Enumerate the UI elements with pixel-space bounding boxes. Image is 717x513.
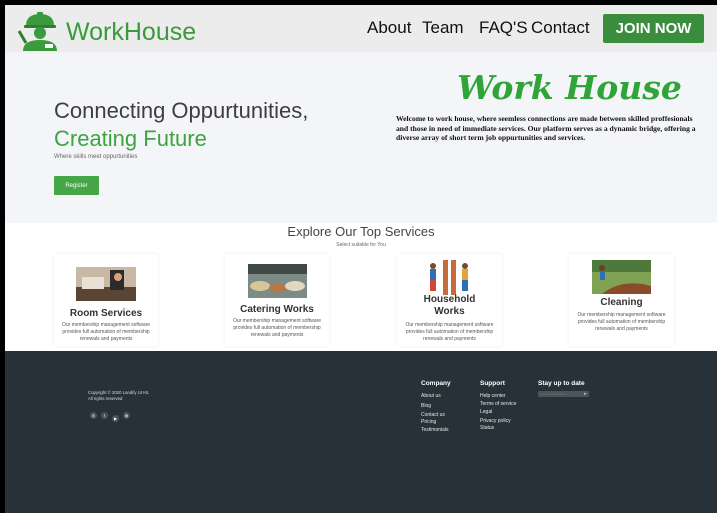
footer: Copyright © 2020 Landify UI Kit. All rig… <box>5 351 717 513</box>
footer-link-testimonials[interactable]: Testimonials <box>421 427 449 433</box>
footer-link-privacy[interactable]: Privacy policy <box>480 418 511 424</box>
hero-tagline: Where skills meet oppurtunities <box>54 154 138 160</box>
footer-link-status[interactable]: Status <box>480 425 494 431</box>
household-title-text: Household Works <box>423 294 476 317</box>
footer-link-about-us[interactable]: About us <box>421 393 441 399</box>
services-subtitle: Select suitable for You <box>336 242 386 248</box>
service-card-desc: Our membership management software provi… <box>61 322 151 342</box>
service-card-desc: Our membership management software provi… <box>232 318 322 338</box>
service-card-catering[interactable]: Catering Works Our membership management… <box>225 254 329 346</box>
register-button[interactable]: Register <box>54 176 99 195</box>
nav-team[interactable]: Team <box>422 18 464 38</box>
service-card-room[interactable]: Room Services Our membership management … <box>54 254 158 346</box>
page: WorkHouse About Team FAQ'S Contact JOIN … <box>5 5 717 513</box>
service-card-desc: Our membership management software provi… <box>405 322 494 342</box>
catering-image <box>248 264 307 298</box>
hero-brand-title: Work House <box>457 68 682 107</box>
footer-company-heading: Company <box>421 380 451 387</box>
hero-headline: Connecting Oppurtunities, <box>54 98 309 123</box>
footer-link-legal[interactable]: Legal <box>480 409 492 415</box>
hero-section: Connecting Oppurtunities, Creating Futur… <box>5 52 717 223</box>
join-now-button[interactable]: JOIN NOW <box>603 14 704 43</box>
nav-about[interactable]: About <box>367 18 411 38</box>
services-title: Explore Our Top Services <box>287 224 435 239</box>
service-card-household[interactable]: Household Works Our membership managemen… <box>397 254 502 346</box>
hero-description: Welcome to work house, where seemless co… <box>396 114 696 143</box>
worker-logo-icon <box>17 12 57 51</box>
hero-headline-accent: Creating Future <box>54 126 207 151</box>
footer-newsletter-heading: Stay up to date <box>538 380 585 387</box>
cleaning-image <box>592 260 651 294</box>
twitter-icon[interactable]: t <box>101 412 108 419</box>
footer-link-terms[interactable]: Terms of service <box>480 401 516 407</box>
footer-link-help-center[interactable]: Help center <box>480 393 506 399</box>
brand-name[interactable]: WorkHouse <box>66 18 196 47</box>
header: WorkHouse About Team FAQ'S Contact JOIN … <box>5 5 717 52</box>
household-works-image <box>430 260 468 295</box>
service-card-cleaning[interactable]: Cleaning Our membership management softw… <box>569 254 674 346</box>
footer-link-contact-us[interactable]: Contact us <box>421 412 445 418</box>
footer-link-blog[interactable]: Blog <box>421 403 431 409</box>
dribbble-icon[interactable]: ◍ <box>123 412 130 419</box>
nav-faqs[interactable]: FAQ'S <box>479 18 528 38</box>
service-card-title: Catering Works <box>240 304 314 315</box>
copyright: Copyright © 2020 Landify UI Kit. All rig… <box>88 390 168 401</box>
service-card-title: Room Services <box>69 308 143 319</box>
footer-support-heading: Support <box>480 380 505 387</box>
footer-link-pricing[interactable]: Pricing <box>421 419 436 425</box>
copyright-line: All rights reserved <box>88 395 123 401</box>
send-icon[interactable]: ➤ <box>582 391 588 397</box>
service-card-title: Cleaning <box>600 297 643 308</box>
room-service-image <box>76 267 136 301</box>
youtube-icon[interactable]: ▶ <box>112 415 119 422</box>
instagram-icon[interactable]: ◎ <box>90 412 97 419</box>
service-card-title: Household Works <box>397 294 502 318</box>
nav-contact[interactable]: Contact <box>531 18 590 38</box>
service-card-desc: Our membership management software provi… <box>577 312 666 332</box>
